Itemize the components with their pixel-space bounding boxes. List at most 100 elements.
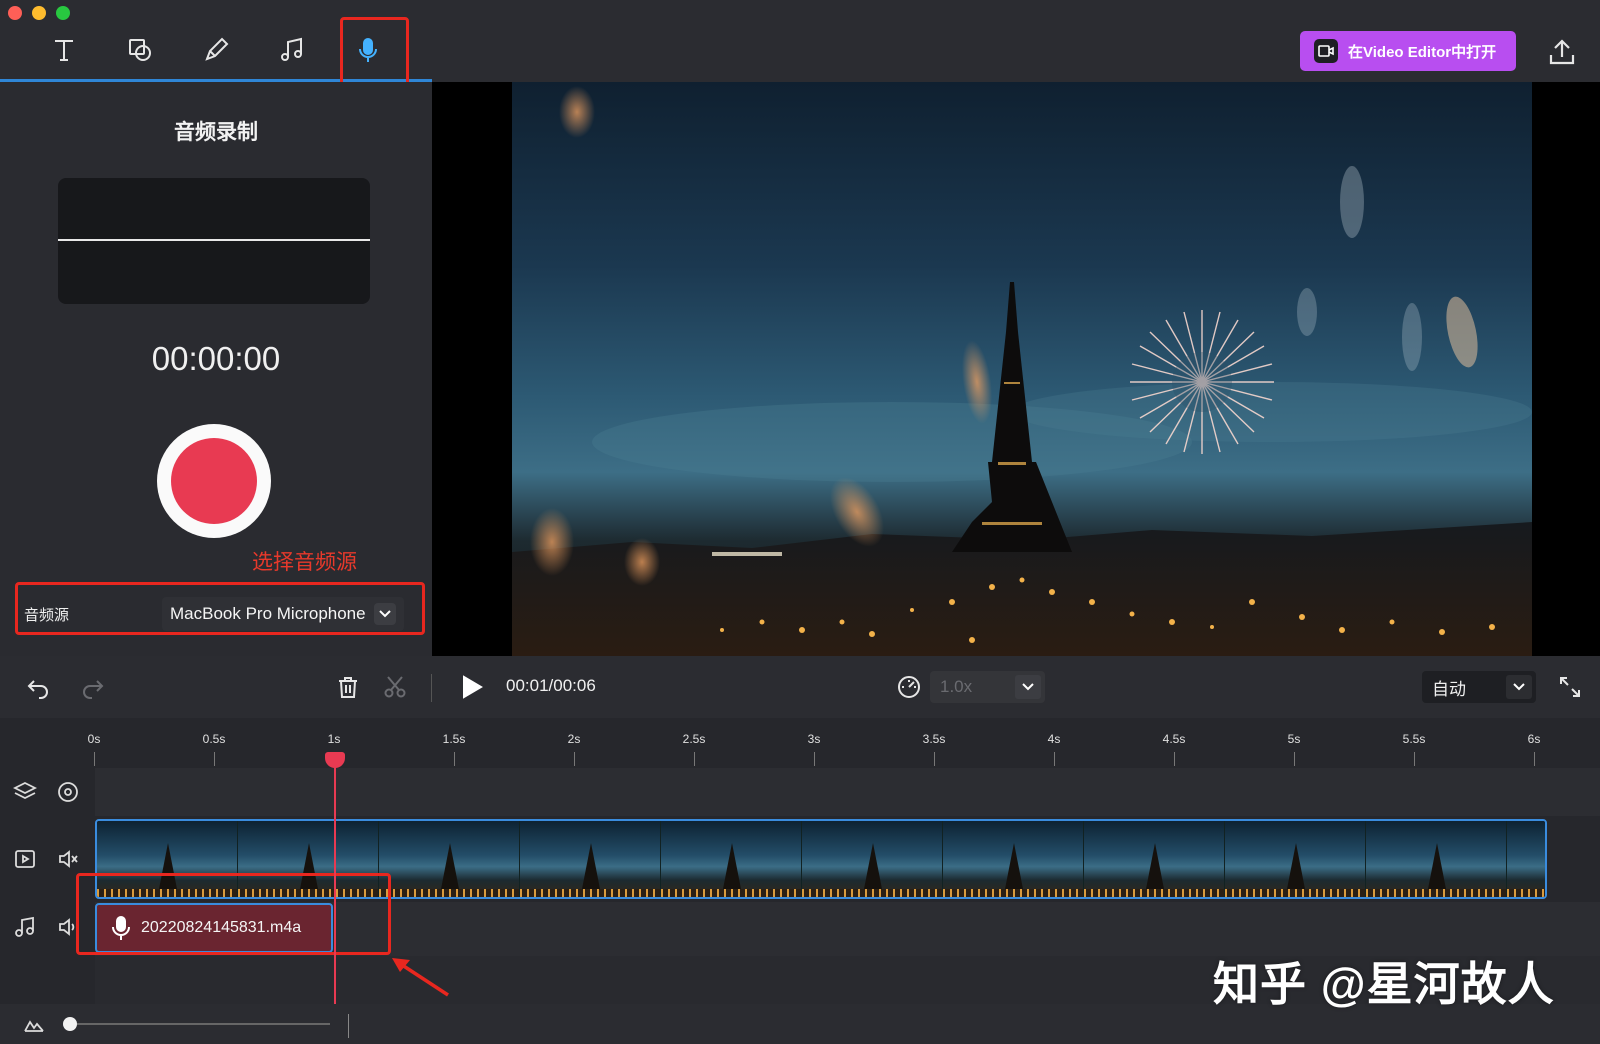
video-frame [512,82,1532,656]
open-in-video-editor-button[interactable]: 在Video Editor中打开 [1300,31,1516,71]
video-track-button[interactable] [10,844,40,874]
ruler-label: 5s [1287,732,1301,746]
video-clip[interactable] [95,819,1547,899]
redo-button[interactable] [76,670,110,704]
microphone-tool-button[interactable] [346,28,390,72]
video-thumbnail [238,821,379,897]
video-thumbnail [1366,821,1507,897]
ruler-tick [454,752,455,766]
speed-select[interactable]: 1.0x [930,671,1045,703]
video-editor-icon [1314,39,1338,63]
playhead-line [334,752,336,1006]
ruler-tick [694,752,695,766]
pencil-icon [205,37,229,61]
ruler-label: 5.5s [1402,732,1426,746]
music-note-icon [15,916,34,937]
waveform-display [58,178,370,304]
audio-clip[interactable]: 20220824145831.m4a [95,903,333,953]
timeline-zoom-knob[interactable] [63,1017,77,1031]
timeline-zoom-end [348,1014,349,1038]
panel-title: 音频录制 [174,121,258,144]
layers-button[interactable] [10,777,40,807]
overlay-track[interactable] [95,768,1600,816]
microphone-icon [359,38,377,62]
timeline-zoom-slider[interactable] [68,1023,330,1025]
visibility-button[interactable] [53,777,83,807]
zoom-mode-select[interactable]: 自动 [1422,671,1536,703]
record-dot-icon [171,438,257,524]
speed-icon-button[interactable] [892,670,926,704]
ruler-label: 3s [807,732,821,746]
watermark-text: 知乎 @星河故人 [1213,958,1555,1010]
fullscreen-button[interactable] [1553,670,1587,704]
timeline-ruler[interactable]: 0s 0.5s 1s 1.5s 2s 2.5s 3s 3.5s 4s 4.5s … [0,718,1600,768]
trash-icon [339,677,357,698]
layers-icon [13,781,37,800]
video-thumbnail [943,821,1084,897]
pen-tool-button[interactable] [194,28,238,72]
close-window-button[interactable] [8,6,22,20]
playback-controls: 00:01/00:06 1.0x 自动 [0,656,1600,718]
minimize-window-button[interactable] [32,6,46,20]
record-button[interactable] [157,424,271,538]
ruler-label: 2.5s [682,732,706,746]
scissors-icon [384,676,406,698]
play-button[interactable] [452,668,490,706]
video-thumbnail [661,821,802,897]
annotation-select-source: 选择音频源 [252,551,357,574]
ruler-tick [574,752,575,766]
video-preview [432,82,1600,656]
shape-tool-button[interactable] [118,28,162,72]
ruler-label: 2s [567,732,581,746]
ruler-tick [934,752,935,766]
ruler-tick [1174,752,1175,766]
mute-video-button[interactable] [53,844,83,874]
ruler-label: 0.5s [202,732,226,746]
waveform-mountain-icon [24,1020,44,1032]
ruler-label: 1.5s [442,732,466,746]
ruler-label: 0s [87,732,101,746]
ruler-label: 4.5s [1162,732,1186,746]
upload-icon [1549,39,1575,65]
playback-time: 00:01/00:06 [506,676,596,695]
video-thumbnail [1084,821,1225,897]
chevron-down-icon [1015,675,1041,699]
window-controls [8,6,70,20]
speed-value: 1.0x [940,677,973,696]
music-tool-button[interactable] [270,28,314,72]
audio-track-button[interactable] [10,912,40,942]
shapes-icon [129,39,151,61]
text-icon [55,40,73,61]
speedometer-icon [898,676,920,698]
ruler-label: 6s [1527,732,1541,746]
ruler-tick [814,752,815,766]
waveform-line [58,239,370,241]
chevron-down-icon [1506,675,1532,699]
export-button[interactable] [1544,34,1580,70]
ruler-tick [214,752,215,766]
audio-record-panel: 音频录制 00:00:00 选择音频源 音频源 MacBook Pro Micr… [0,82,432,656]
audio-clip-name: 20220824145831.m4a [141,919,302,936]
audio-source-value: MacBook Pro Microphone [170,604,366,623]
video-thumbnail [379,821,520,897]
expand-icon [1560,677,1580,697]
play-icon [463,675,483,699]
delete-button[interactable] [331,670,365,704]
text-tool-button[interactable] [42,28,86,72]
microphone-icon [112,916,130,940]
annotation-arrow [392,958,449,997]
audio-source-row: 音频源 MacBook Pro Microphone [22,594,418,634]
undo-button[interactable] [21,670,55,704]
audio-volume-button[interactable] [53,912,83,942]
audio-source-label: 音频源 [24,606,70,624]
audio-source-select[interactable]: MacBook Pro Microphone [162,597,404,631]
eiffel-tower-fireworks-image [512,86,1532,656]
ruler-tick [94,752,95,766]
eye-circle-icon [58,782,78,802]
cut-button[interactable] [378,670,412,704]
zoom-window-button[interactable] [56,6,70,20]
ruler-tick [1414,752,1415,766]
ruler-label: 4s [1047,732,1061,746]
chevron-down-icon [373,603,396,625]
video-thumbnail [1507,821,1545,897]
